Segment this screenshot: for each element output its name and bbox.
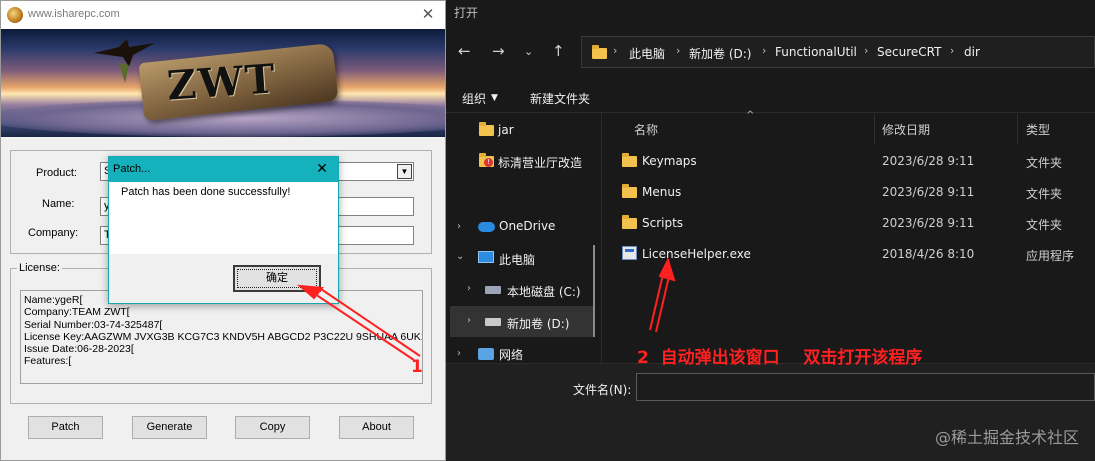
dialog-title: 打开 (454, 6, 479, 20)
ok-button[interactable]: 确定 (233, 265, 321, 292)
drive-icon (485, 286, 501, 294)
forward-arrow-icon[interactable]: → (492, 42, 505, 60)
annotation-step-2: 2 自动弹出该窗口 双击打开该程序 (637, 348, 923, 368)
license-line: Serial Number:03-74-325487[ (24, 318, 163, 331)
column-separator[interactable] (1017, 114, 1018, 144)
sync-error-icon: ! (484, 158, 493, 167)
company-label: Company: (28, 227, 79, 239)
keygen-title: www.isharepc.com (28, 8, 120, 20)
chevron-right-icon[interactable]: › (467, 315, 471, 326)
new-folder-button[interactable]: 新建文件夹 (530, 90, 590, 107)
license-line: License Key:AAGZWM JVXG3B KCG7C3 KNDV5H … (24, 330, 423, 343)
folder-icon (479, 122, 494, 136)
file-row-date: 2023/6/28 9:11 (882, 154, 975, 168)
file-row-name[interactable]: Scripts (642, 216, 683, 230)
file-row-name[interactable]: Menus (642, 185, 681, 199)
column-separator[interactable] (874, 114, 875, 144)
nav-item-jar[interactable]: jar (498, 123, 514, 137)
folder-icon (592, 45, 607, 59)
back-arrow-icon[interactable]: ← (458, 42, 471, 60)
patch-dialog: Patch... ✕ Patch has been done successfu… (108, 156, 339, 304)
file-row-name[interactable]: Keymaps (642, 154, 697, 168)
product-label: Product: (36, 167, 77, 179)
banner-text: ZWT (165, 55, 279, 110)
eagle-icon (94, 39, 155, 83)
column-header-modified[interactable]: 修改日期 (882, 121, 930, 138)
chevron-right-icon: › (613, 44, 618, 57)
chevron-right-icon: › (864, 44, 869, 57)
chevron-right-icon[interactable]: › (457, 348, 461, 359)
nav-item-local-disk[interactable]: 本地磁盘 (C:) (507, 283, 581, 300)
file-row-type: 文件夹 (1026, 156, 1063, 170)
file-row-type: 文件夹 (1026, 187, 1063, 201)
annotation-step-1: 1 (411, 357, 423, 377)
folder-icon (622, 153, 637, 167)
breadcrumb-securecrt[interactable]: SecureCRT (877, 45, 941, 59)
nav-item-this-pc[interactable]: 此电脑 (499, 251, 535, 268)
chevron-right-icon: › (676, 44, 681, 57)
chevron-right-icon: › (950, 44, 955, 57)
file-row-date: 2023/6/28 9:11 (882, 216, 975, 230)
patch-dialog-title-bar: Patch... ✕ (109, 157, 338, 182)
file-row-date: 2018/4/26 8:10 (882, 247, 975, 261)
copy-button[interactable]: Copy (235, 416, 310, 439)
computer-icon (478, 251, 494, 263)
breadcrumb-this-pc[interactable]: 此电脑 (629, 45, 665, 62)
nav-item-onedrive[interactable]: OneDrive (499, 219, 555, 233)
chevron-right-icon[interactable]: › (467, 283, 471, 294)
license-textarea[interactable]: Name:ygeR[ Company:TEAM ZWT[ Serial Numb… (20, 290, 423, 384)
keygen-close-button[interactable]: ✕ (417, 4, 439, 24)
filename-input[interactable] (636, 373, 1095, 401)
organize-menu[interactable]: 组织 (462, 90, 486, 107)
ok-button-focus-ring (237, 269, 317, 288)
watermark: @稀土掘金技术社区 (934, 428, 1079, 447)
app-logo-icon (7, 7, 23, 23)
chevron-down-icon[interactable]: ▼ (397, 164, 412, 179)
application-icon (622, 246, 637, 260)
chevron-down-icon[interactable]: ⌄ (456, 251, 464, 262)
name-label: Name: (42, 198, 75, 210)
drive-icon (485, 318, 501, 326)
chevron-right-icon[interactable]: › (457, 221, 461, 232)
breadcrumb-dir[interactable]: dir (964, 45, 980, 59)
breadcrumb-functionalutil[interactable]: FunctionalUtil (775, 45, 857, 59)
up-arrow-icon[interactable]: ↑ (552, 42, 565, 60)
column-header-type[interactable]: 类型 (1026, 121, 1050, 138)
about-button[interactable]: About (339, 416, 414, 439)
recent-chevron-icon[interactable]: ⌄ (524, 45, 533, 58)
keygen-banner: ZWT (1, 29, 445, 137)
file-row-type: 文件夹 (1026, 218, 1063, 232)
nav-item-network[interactable]: 网络 (499, 346, 523, 363)
nav-pane-scrollbar[interactable] (593, 245, 595, 337)
file-row-date: 2023/6/28 9:11 (882, 185, 975, 199)
patch-dialog-title: Patch... (113, 163, 151, 175)
folder-icon (622, 215, 637, 229)
license-line: Issue Date:06-28-2023[ (24, 343, 134, 356)
patch-dialog-close-button[interactable]: ✕ (312, 159, 332, 179)
network-icon (478, 348, 494, 360)
chevron-down-icon[interactable]: ▼ (491, 93, 498, 103)
nav-item-pinned-folder[interactable]: 标清营业厅改造 (498, 154, 582, 171)
breadcrumb-drive[interactable]: 新加卷 (D:) (689, 45, 751, 62)
sort-ascending-icon: ^ (746, 110, 755, 121)
patch-dialog-message: Patch has been done successfully! (121, 186, 291, 198)
file-row-type: 应用程序 (1026, 249, 1075, 263)
nav-pane-divider[interactable] (601, 113, 602, 363)
file-row-name[interactable]: LicenseHelper.exe (642, 247, 751, 261)
nav-item-new-volume[interactable]: 新加卷 (D:) (507, 315, 569, 332)
patch-button[interactable]: Patch (28, 416, 103, 439)
filename-label: 文件名(N): (573, 383, 632, 397)
cloud-icon (478, 222, 495, 232)
chevron-right-icon: › (762, 44, 767, 57)
column-header-name[interactable]: 名称 (634, 121, 658, 138)
license-label: License: (17, 262, 62, 274)
license-line: Features:[ (24, 355, 72, 368)
license-line: Company:TEAM ZWT[ (24, 306, 130, 319)
generate-button[interactable]: Generate (132, 416, 207, 439)
folder-icon (622, 184, 637, 198)
keygen-title-bar: www.isharepc.com ✕ (1, 1, 445, 29)
